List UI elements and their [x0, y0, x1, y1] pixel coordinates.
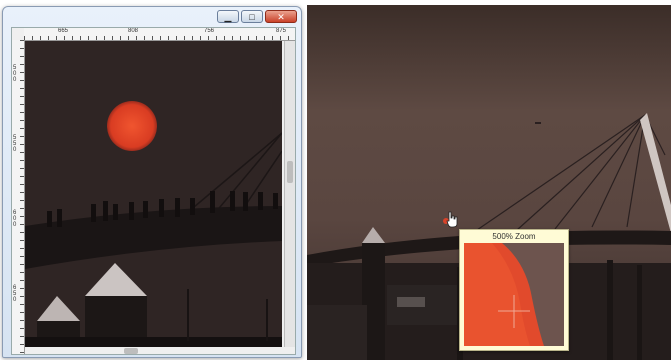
ruler-tick-label: 650 — [13, 285, 17, 303]
ruler-tick-label: 808 — [128, 28, 139, 34]
ruler-tick-label: 756 — [204, 28, 215, 34]
image-editor-window: ▁ □ ✕ 665 808 756 875 500 550 600 650 — [2, 6, 302, 358]
close-icon: ✕ — [277, 12, 285, 22]
sun — [107, 101, 157, 151]
hand-cursor-icon — [442, 209, 460, 229]
ruler-tick-label: 550 — [13, 135, 17, 153]
minimize-button[interactable]: ▁ — [217, 10, 239, 23]
ruler-tick-label: 665 — [58, 28, 69, 34]
ruler-tick-label: 500 — [13, 65, 17, 83]
vertical-ruler: 500 550 600 650 — [12, 40, 25, 354]
zoom-magnifier: 500% Zoom — [459, 229, 569, 351]
ruler-tick-label: 875 — [276, 28, 287, 34]
scroll-thumb[interactable] — [287, 161, 293, 183]
image-canvas[interactable] — [25, 41, 282, 347]
zoom-view — [464, 243, 564, 346]
airplane — [535, 122, 541, 124]
close-button[interactable]: ✕ — [265, 10, 297, 23]
horizontal-scroll-thumb[interactable] — [124, 348, 138, 354]
horizontal-ruler: 665 808 756 875 — [24, 28, 295, 41]
maximize-button[interactable]: □ — [241, 10, 263, 23]
zoom-label: 500% Zoom — [492, 232, 536, 241]
editor-content: 665 808 756 875 500 550 600 650 — [11, 27, 296, 355]
vertical-scrollbar[interactable] — [284, 41, 295, 347]
maximize-icon: □ — [249, 12, 255, 22]
window-controls: ▁ □ ✕ — [217, 10, 297, 23]
ruler-tick-label: 600 — [13, 210, 17, 228]
minimize-icon: ▁ — [224, 12, 232, 22]
